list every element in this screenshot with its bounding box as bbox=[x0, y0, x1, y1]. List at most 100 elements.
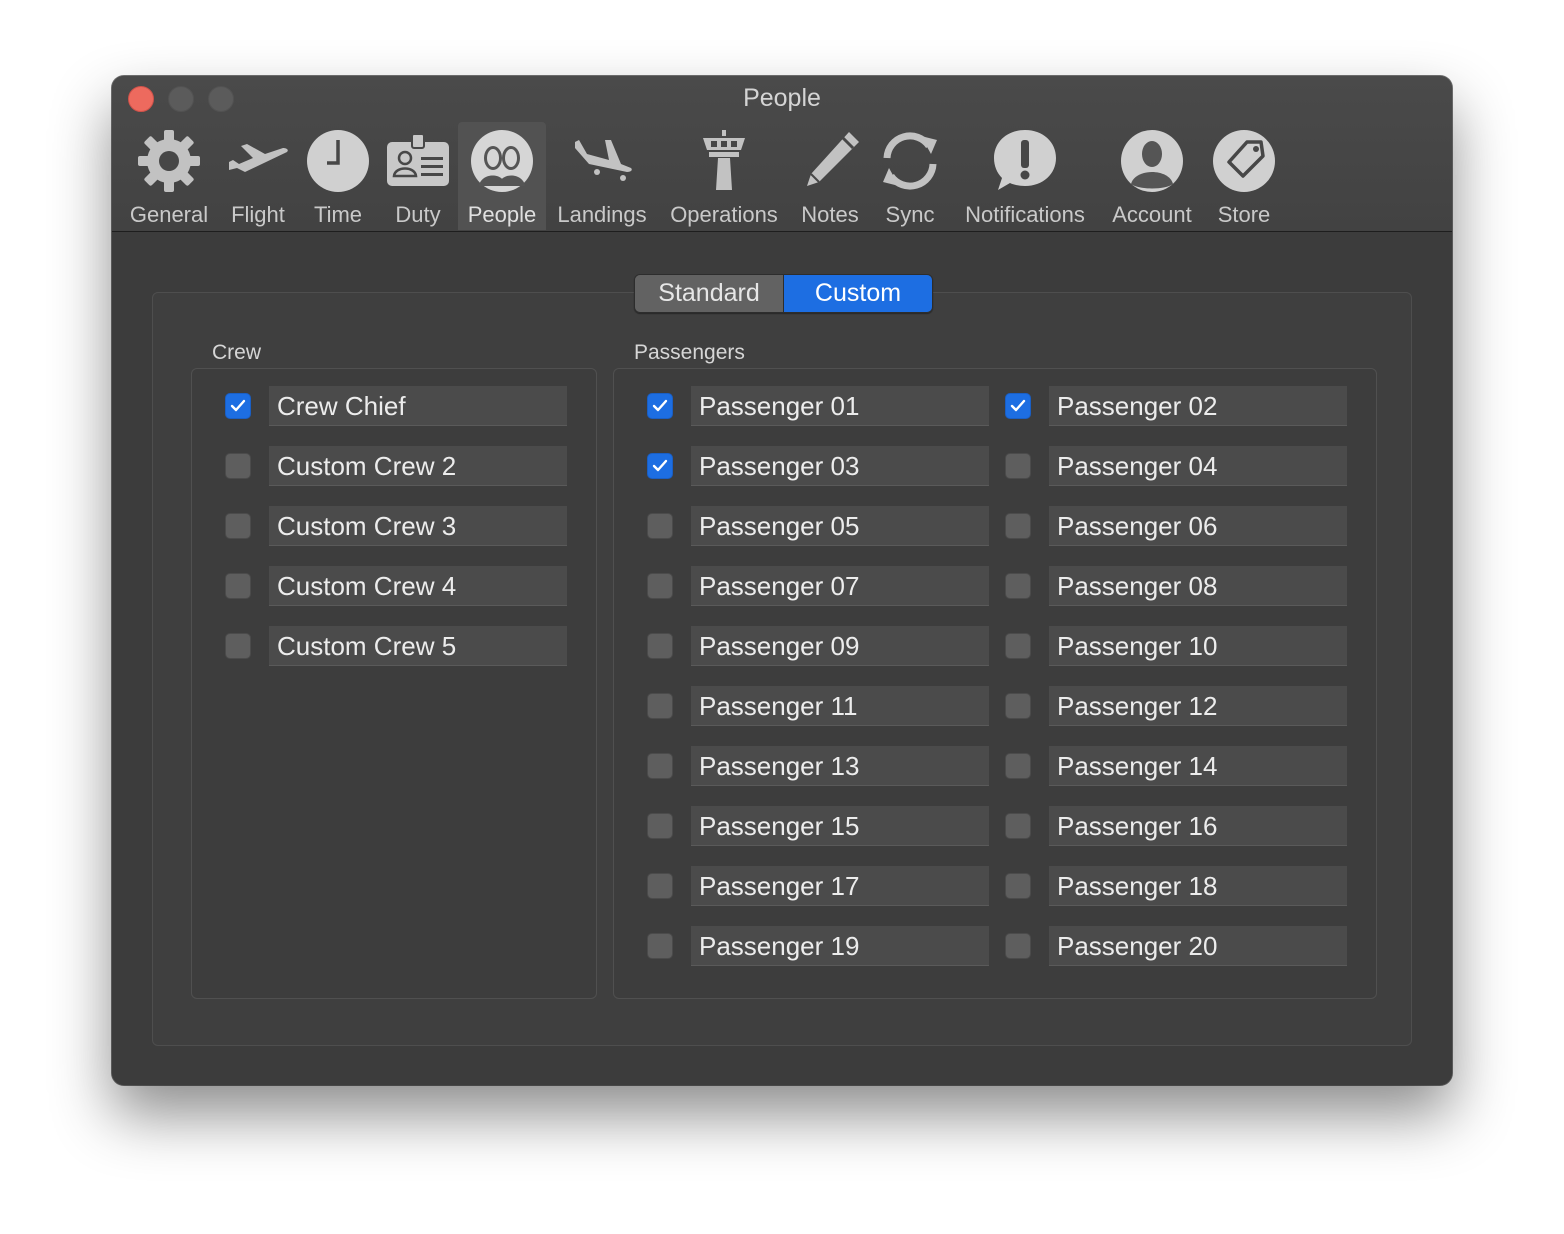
enable-checkbox[interactable] bbox=[225, 633, 251, 659]
list-item: Passenger 16 bbox=[1005, 806, 1347, 848]
segment-custom[interactable]: Custom bbox=[784, 275, 932, 312]
name-text-field[interactable]: Passenger 16 bbox=[1049, 806, 1347, 846]
preferences-window: People General Flight Time Duty People L… bbox=[112, 76, 1452, 1085]
name-text-field[interactable]: Passenger 09 bbox=[691, 626, 989, 666]
toolbar-item-label: Account bbox=[1112, 202, 1192, 227]
enable-checkbox[interactable] bbox=[647, 933, 673, 959]
sync-icon bbox=[875, 126, 945, 196]
list-item: Passenger 10 bbox=[1005, 626, 1347, 668]
list-item: Passenger 11 bbox=[647, 686, 989, 728]
toolbar-item-label: Landings bbox=[557, 202, 647, 227]
checkmark-icon bbox=[652, 459, 668, 472]
enable-checkbox[interactable] bbox=[647, 633, 673, 659]
list-item: Passenger 18 bbox=[1005, 866, 1347, 908]
name-text-field[interactable]: Passenger 19 bbox=[691, 926, 989, 966]
list-item: Passenger 08 bbox=[1005, 566, 1347, 608]
name-text-field[interactable]: Passenger 04 bbox=[1049, 446, 1347, 486]
list-item: Passenger 03 bbox=[647, 446, 989, 488]
name-text-field[interactable]: Passenger 01 bbox=[691, 386, 989, 426]
name-text-field[interactable]: Passenger 14 bbox=[1049, 746, 1347, 786]
name-text-field[interactable]: Passenger 20 bbox=[1049, 926, 1347, 966]
name-text-field[interactable]: Passenger 18 bbox=[1049, 866, 1347, 906]
toolbar-item-notes[interactable]: Notes bbox=[792, 122, 868, 230]
toolbar-item-time[interactable]: Time bbox=[300, 122, 376, 230]
name-text-field[interactable]: Passenger 15 bbox=[691, 806, 989, 846]
enable-checkbox[interactable] bbox=[225, 573, 251, 599]
enable-checkbox[interactable] bbox=[1005, 453, 1031, 479]
enable-checkbox[interactable] bbox=[647, 813, 673, 839]
pencil-icon bbox=[795, 126, 865, 196]
name-text-field[interactable]: Passenger 11 bbox=[691, 686, 989, 726]
crew-title: Crew bbox=[212, 341, 262, 364]
enable-checkbox[interactable] bbox=[647, 753, 673, 779]
name-text-field[interactable]: Custom Crew 2 bbox=[269, 446, 567, 486]
toolbar-item-flight[interactable]: Flight bbox=[220, 122, 296, 230]
enable-checkbox[interactable] bbox=[1005, 753, 1031, 779]
name-text-field[interactable]: Passenger 10 bbox=[1049, 626, 1347, 666]
gear-icon bbox=[134, 126, 204, 196]
enable-checkbox[interactable] bbox=[647, 513, 673, 539]
list-item: Passenger 04 bbox=[1005, 446, 1347, 488]
name-text-field[interactable]: Custom Crew 3 bbox=[269, 506, 567, 546]
enable-checkbox[interactable] bbox=[1005, 513, 1031, 539]
person-icon bbox=[1117, 126, 1187, 196]
passengers-title: Passengers bbox=[634, 341, 745, 364]
enable-checkbox[interactable] bbox=[1005, 633, 1031, 659]
enable-checkbox[interactable] bbox=[1005, 873, 1031, 899]
name-text-field[interactable]: Passenger 12 bbox=[1049, 686, 1347, 726]
toolbar-item-store[interactable]: Store bbox=[1206, 122, 1282, 230]
toolbar-item-account[interactable]: Account bbox=[1106, 122, 1198, 230]
enable-checkbox[interactable] bbox=[225, 453, 251, 479]
checkmark-icon bbox=[652, 399, 668, 412]
name-text-field[interactable]: Passenger 13 bbox=[691, 746, 989, 786]
name-text-field[interactable]: Passenger 07 bbox=[691, 566, 989, 606]
control-tower-icon bbox=[689, 126, 759, 196]
name-text-field[interactable]: Custom Crew 4 bbox=[269, 566, 567, 606]
name-text-field[interactable]: Passenger 06 bbox=[1049, 506, 1347, 546]
enable-checkbox[interactable] bbox=[647, 873, 673, 899]
toolbar-item-label: Store bbox=[1217, 202, 1271, 227]
enable-checkbox[interactable] bbox=[1005, 693, 1031, 719]
enable-checkbox[interactable] bbox=[225, 393, 251, 419]
name-text-field[interactable]: Passenger 03 bbox=[691, 446, 989, 486]
people-pane: Crew Crew Chief Custom Crew 2 Custom Crew … bbox=[112, 232, 1452, 1085]
enable-checkbox[interactable] bbox=[1005, 933, 1031, 959]
enable-checkbox[interactable] bbox=[647, 693, 673, 719]
enable-checkbox[interactable] bbox=[1005, 813, 1031, 839]
enable-checkbox[interactable] bbox=[647, 393, 673, 419]
toolbar-item-people[interactable]: People bbox=[458, 122, 546, 230]
toolbar-item-duty[interactable]: Duty bbox=[380, 122, 456, 230]
toolbar-item-notifications[interactable]: Notifications bbox=[958, 122, 1092, 230]
name-text-field[interactable]: Passenger 08 bbox=[1049, 566, 1347, 606]
list-item: Passenger 20 bbox=[1005, 926, 1347, 968]
enable-checkbox[interactable] bbox=[1005, 393, 1031, 419]
name-text-field[interactable]: Passenger 05 bbox=[691, 506, 989, 546]
enable-checkbox[interactable] bbox=[1005, 573, 1031, 599]
list-item: Crew Chief bbox=[225, 386, 567, 428]
list-item: Passenger 14 bbox=[1005, 746, 1347, 788]
standard-custom-segmented-control: Standard Custom bbox=[634, 274, 933, 313]
list-item: Passenger 05 bbox=[647, 506, 989, 548]
toolbar-item-sync[interactable]: Sync bbox=[872, 122, 948, 230]
name-text-field[interactable]: Custom Crew 5 bbox=[269, 626, 567, 666]
name-text-field[interactable]: Crew Chief bbox=[269, 386, 567, 426]
toolbar-item-general[interactable]: General bbox=[124, 122, 214, 230]
enable-checkbox[interactable] bbox=[647, 453, 673, 479]
list-item: Custom Crew 2 bbox=[225, 446, 567, 488]
toolbar-item-label: Time bbox=[313, 202, 363, 227]
name-text-field[interactable]: Passenger 17 bbox=[691, 866, 989, 906]
name-text-field[interactable]: Passenger 02 bbox=[1049, 386, 1347, 426]
exclamation-bubble-icon bbox=[990, 126, 1060, 196]
people-icon bbox=[467, 126, 537, 196]
list-item: Passenger 07 bbox=[647, 566, 989, 608]
list-item: Passenger 17 bbox=[647, 866, 989, 908]
enable-checkbox[interactable] bbox=[647, 573, 673, 599]
toolbar-item-landings[interactable]: Landings bbox=[552, 122, 652, 230]
list-item: Passenger 09 bbox=[647, 626, 989, 668]
enable-checkbox[interactable] bbox=[225, 513, 251, 539]
toolbar-item-label: Sync bbox=[885, 202, 935, 227]
list-item: Passenger 01 bbox=[647, 386, 989, 428]
toolbar-item-operations[interactable]: Operations bbox=[664, 122, 784, 230]
segment-standard[interactable]: Standard bbox=[635, 275, 784, 312]
list-item: Custom Crew 5 bbox=[225, 626, 567, 668]
